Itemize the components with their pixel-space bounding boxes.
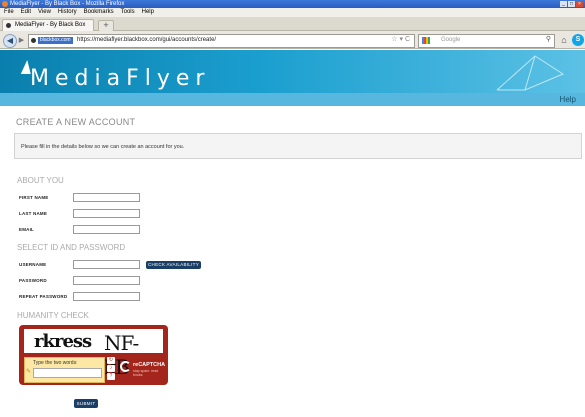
first-name-field[interactable] [73, 193, 140, 202]
username-field[interactable] [73, 260, 140, 269]
site-logo[interactable]: MediaFlyer [30, 66, 210, 91]
help-icon[interactable]: ? [107, 373, 115, 380]
email-label: EMAIL [19, 227, 34, 232]
email-field[interactable] [73, 225, 140, 234]
site-header: MediaFlyer [0, 50, 585, 93]
repeat-password-label: REPEAT PASSWORD [19, 294, 68, 299]
pencil-icon: ✎ [26, 369, 32, 375]
recaptcha-logo-icon [120, 361, 131, 372]
skype-icon[interactable]: S [572, 34, 584, 46]
forward-button[interactable]: ▶ [17, 36, 26, 45]
site-identity-badge[interactable]: blackbox.com [38, 37, 73, 44]
header-nav: Help [0, 93, 585, 106]
recaptcha-tagline: stop spam. read books. [133, 369, 159, 377]
captcha-prompt: Type the two words: [33, 360, 78, 366]
last-name-field[interactable] [73, 209, 140, 218]
recaptcha-widget: rkress NF-kB Type the two words: ✎ ↻ ♪ ?… [19, 325, 168, 385]
menu-bookmarks[interactable]: Bookmarks [84, 8, 114, 17]
captcha-image: rkress NF-kB [24, 329, 163, 379]
menu-tools[interactable]: Tools [121, 8, 135, 17]
firefox-icon [2, 1, 8, 7]
maximize-button[interactable]: □ [568, 1, 575, 7]
menu-help[interactable]: Help [142, 8, 154, 17]
help-link[interactable]: Help [560, 95, 576, 104]
recaptcha-branding: reCAPTCHA stop spam. read books. [120, 359, 166, 379]
address-bar[interactable]: blackbox.com https://mediaflyer.blackbox… [28, 34, 415, 48]
search-placeholder: Google [441, 37, 461, 43]
decorative-graphic [496, 55, 565, 91]
minimize-button[interactable]: _ [560, 1, 567, 7]
submit-button[interactable]: SUBMIT [74, 399, 98, 408]
refresh-icon[interactable]: ↻ [107, 357, 115, 364]
username-label: USERNAME [19, 262, 47, 267]
first-name-label: FIRST NAME [19, 195, 49, 200]
menu-bar: File Edit View History Bookmarks Tools H… [0, 8, 585, 17]
repeat-password-field[interactable] [73, 292, 140, 301]
search-box[interactable]: Google ⚲ [418, 34, 555, 48]
site-identity-icon[interactable] [31, 38, 36, 43]
tab-title: MediaFlyer - By Black Box [15, 22, 86, 28]
id-password-heading: SELECT ID AND PASSWORD [17, 243, 126, 252]
home-icon[interactable]: ⌂ [558, 34, 570, 46]
password-label: PASSWORD [19, 278, 47, 283]
about-you-heading: ABOUT YOU [17, 176, 64, 185]
window-titlebar: MediaFlyer - By Black Box - Mozilla Fire… [0, 0, 585, 8]
check-availability-button[interactable]: CHECK AVAILABILITY [146, 261, 201, 269]
navigation-bar: ◀ ▶ blackbox.com https://mediaflyer.blac… [0, 31, 585, 49]
humanity-check-heading: HUMANITY CHECK [17, 311, 89, 320]
tab-favicon-icon [6, 23, 11, 28]
captcha-controls: ↻ ♪ ? [107, 357, 117, 380]
menu-view[interactable]: View [38, 8, 51, 17]
google-icon[interactable] [422, 37, 430, 44]
back-button[interactable]: ◀ [3, 34, 17, 48]
menu-file[interactable]: File [4, 8, 14, 17]
browser-tab[interactable]: MediaFlyer - By Black Box [2, 19, 94, 31]
recaptcha-name: reCAPTCHA [133, 362, 166, 368]
audio-icon[interactable]: ♪ [107, 365, 115, 372]
page-title: CREATE A NEW ACCOUNT [16, 117, 136, 127]
close-window-button[interactable]: × [576, 1, 583, 7]
bookmark-star-icon[interactable]: ☆ ▾ C [391, 36, 410, 44]
menu-history[interactable]: History [58, 8, 77, 17]
search-icon[interactable]: ⚲ [546, 36, 551, 44]
captcha-word-1: rkress [34, 331, 92, 352]
captcha-entry-panel: Type the two words: ✎ [24, 357, 105, 383]
menu-edit[interactable]: Edit [21, 8, 31, 17]
last-name-label: LAST NAME [19, 211, 48, 216]
tab-bar: MediaFlyer - By Black Box + [0, 17, 585, 32]
intro-box: Please fill in the details below so we c… [14, 133, 582, 159]
password-field[interactable] [73, 276, 140, 285]
window-title: MediaFlyer - By Black Box - Mozilla Fire… [10, 1, 125, 7]
url-text[interactable]: https://mediaflyer.blackbox.com/gui/acco… [77, 37, 216, 44]
captcha-response-field[interactable] [33, 368, 102, 378]
